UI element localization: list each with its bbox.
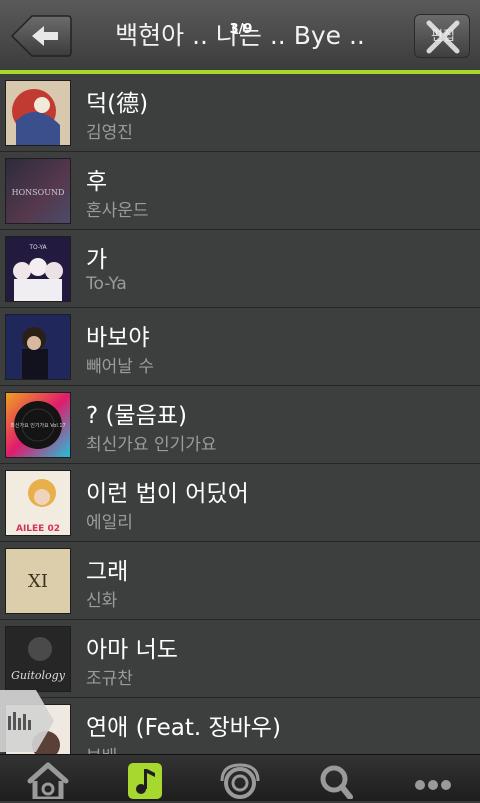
tab-more[interactable] [402,759,462,799]
tab-music[interactable] [114,759,174,799]
header: 백현아 .. 나는 .. Bye .. 3/9 편집 [0,0,480,70]
equalizer-icon [0,690,54,752]
more-icon [415,780,451,790]
song-artist: 신화 [86,591,118,611]
song-title: 가 [86,247,108,273]
song-row[interactable]: AILEE 02 이런 법이 어딨어 에일리 [0,464,480,542]
tab-radio[interactable] [210,759,270,799]
song-row[interactable]: HONSOUND 후 혼사운드 [0,152,480,230]
song-row[interactable]: 연애 (Feat. 장바우) 보배 [0,698,480,754]
music-note-icon [128,763,162,799]
song-artist: 최신가요 인기가요 [86,435,217,455]
song-list[interactable]: 덕(德) 김영진 HONSOUND 후 혼사운드 TO-YA 가 To-Ya 바… [0,74,480,754]
song-artist: 조규찬 [86,669,133,689]
song-artist: 에일리 [86,513,133,533]
svg-text:AILEE 02: AILEE 02 [16,524,60,534]
equalizer-drawer-handle[interactable] [0,690,56,752]
song-row[interactable]: XI 그래 신화 [0,542,480,620]
song-title: 바보야 [86,325,150,351]
tab-search[interactable] [306,759,366,800]
svg-text:최신가요 인기가요 Vol.17: 최신가요 인기가요 Vol.17 [10,422,65,429]
song-artist: 김영진 [86,123,133,143]
song-title: 연애 (Feat. 장바우) [86,715,281,741]
search-icon [320,765,353,800]
song-title: 이런 법이 어딨어 [86,481,249,507]
close-icon [426,20,460,54]
song-title: 아마 너도 [86,637,178,663]
song-row[interactable]: TO-YA 가 To-Ya [0,230,480,308]
song-title: ? (물음표) [86,403,187,429]
song-title: 그래 [86,559,129,585]
album-cover [5,80,71,146]
song-row[interactable]: Guitology 아마 너도 조규찬 [0,620,480,698]
song-artist: 혼사운드 [86,201,149,221]
song-artist: To-Ya [86,274,127,294]
edit-button[interactable]: 편집 [414,14,470,58]
bottom-tab-bar [0,754,480,802]
song-title: 후 [86,169,108,195]
song-artist: 보배 [86,742,117,754]
album-cover: HONSOUND [5,158,71,224]
song-artist: 빼어날 수 [86,357,154,377]
album-cover [5,314,71,380]
song-title: 덕(德) [86,91,149,117]
svg-text:Guitology: Guitology [11,669,66,682]
song-row[interactable]: 최신가요 인기가요 Vol.17 ? (물음표) 최신가요 인기가요 [0,386,480,464]
song-row[interactable]: 바보야 빼어날 수 [0,308,480,386]
album-cover: Guitology [5,626,71,692]
tab-home[interactable] [18,759,78,802]
svg-text:TO-YA: TO-YA [28,244,47,251]
song-row[interactable]: 덕(德) 김영진 [0,74,480,152]
svg-text:XI: XI [28,571,48,592]
back-button[interactable] [10,14,72,58]
svg-text:HONSOUND: HONSOUND [12,188,65,197]
track-counter: 3/9 [229,22,253,37]
album-cover: TO-YA [5,236,71,302]
radio-icon [220,763,260,799]
back-arrow-icon [10,15,72,57]
album-cover: 최신가요 인기가요 Vol.17 [5,392,71,458]
home-icon [27,762,69,802]
album-cover: AILEE 02 [5,470,71,536]
album-cover: XI [5,548,71,614]
